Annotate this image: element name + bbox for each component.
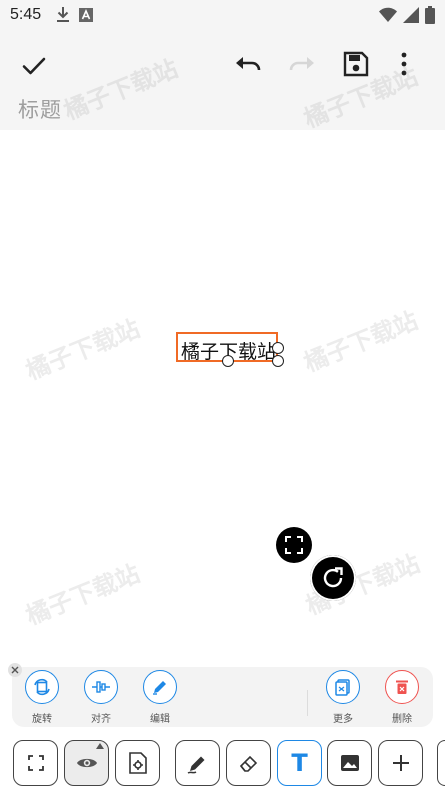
page-settings-tool-button[interactable]	[115, 740, 160, 786]
fullscreen-tool-button[interactable]	[13, 740, 58, 786]
align-action-label: 对齐	[91, 714, 111, 725]
delete-action-circle	[385, 670, 419, 704]
rotate-action[interactable]: 旋转	[19, 670, 65, 725]
resize-handle[interactable]	[272, 342, 284, 354]
rotate-canvas-button[interactable]	[310, 555, 356, 601]
undo-button[interactable]	[230, 48, 266, 84]
edit-action[interactable]: 编辑	[137, 670, 183, 725]
fit-view-button[interactable]	[276, 527, 312, 563]
signal-icon	[403, 7, 419, 28]
rotate-action-label: 旋转	[32, 714, 52, 725]
delete-action-label: 删除	[392, 714, 412, 725]
edit-action-circle	[143, 670, 177, 704]
delete-action[interactable]: 删除	[379, 670, 425, 725]
save-button[interactable]	[338, 46, 374, 82]
save-icon	[343, 51, 369, 77]
next-tool-button-partial[interactable]	[437, 740, 445, 786]
status-time: 5:45	[10, 6, 42, 23]
more-action-circle	[326, 670, 360, 704]
more-action-label: 更多	[333, 714, 353, 725]
more-vert-icon	[401, 52, 407, 76]
text-icon: T	[291, 749, 308, 777]
settings-file-icon	[128, 752, 147, 774]
document-title[interactable]: 标题	[18, 94, 62, 124]
align-icon	[92, 681, 110, 693]
caret-up-icon	[96, 743, 104, 749]
visibility-tool-button[interactable]	[64, 740, 109, 786]
overflow-menu-button[interactable]	[394, 46, 414, 82]
status-left-icons	[56, 6, 94, 29]
align-action-circle	[84, 670, 118, 704]
status-bar: 5:45	[0, 0, 445, 32]
drawing-canvas[interactable]	[0, 130, 445, 662]
undo-icon	[236, 57, 261, 71]
fullscreen-icon	[285, 536, 303, 554]
resize-handle[interactable]	[272, 355, 284, 367]
rotate-action-circle	[25, 670, 59, 704]
fullscreen-icon	[27, 755, 44, 771]
confirm-button[interactable]	[16, 48, 52, 84]
panel-divider	[307, 690, 308, 716]
edit-action-label: 编辑	[150, 714, 170, 725]
eraser-tool-button[interactable]	[226, 740, 271, 786]
add-tool-button[interactable]	[378, 740, 423, 786]
rotate-icon	[323, 567, 343, 588]
status-right-icons	[379, 6, 435, 29]
eye-icon	[76, 758, 97, 768]
font-a-icon	[78, 6, 94, 29]
pen-tool-button[interactable]	[175, 740, 220, 786]
redo-button[interactable]	[284, 48, 320, 84]
rotate-icon	[34, 678, 50, 696]
image-tool-button[interactable]	[327, 740, 372, 786]
more-action[interactable]: 更多	[320, 670, 366, 725]
wifi-icon	[379, 7, 397, 28]
download-icon	[56, 6, 70, 29]
eraser-icon	[239, 755, 257, 772]
text-tool-button[interactable]: T	[277, 740, 322, 786]
redo-icon	[289, 57, 314, 71]
check-icon	[22, 57, 46, 75]
plus-icon	[392, 755, 409, 771]
delete-icon	[396, 680, 408, 694]
more-icon	[335, 679, 350, 696]
editor-toolbar	[0, 32, 445, 131]
align-action[interactable]: 对齐	[78, 670, 124, 725]
pencil-icon	[153, 681, 166, 695]
object-edit-panel	[12, 667, 433, 727]
resize-handle[interactable]	[222, 355, 234, 367]
pen-icon	[187, 756, 204, 774]
close-icon	[11, 666, 19, 674]
image-icon	[340, 755, 359, 771]
battery-icon	[425, 6, 435, 29]
